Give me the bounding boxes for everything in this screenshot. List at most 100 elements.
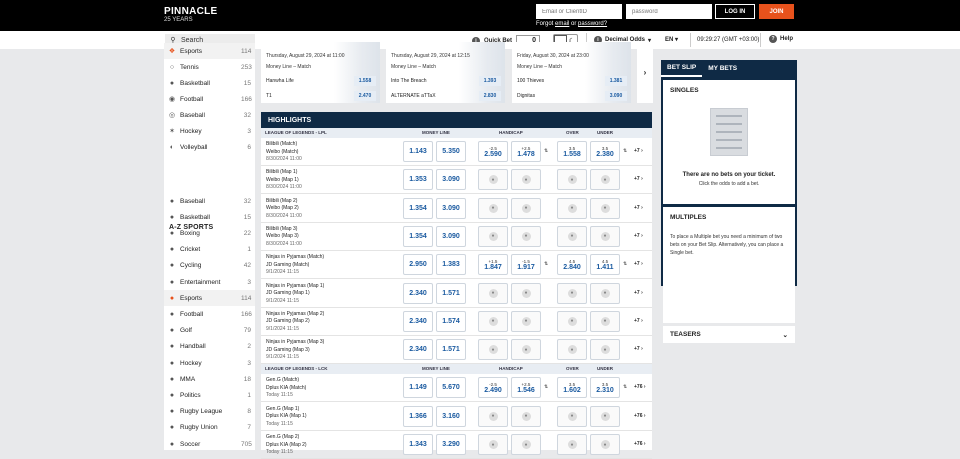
featured-card[interactable]: Thursday, August 29, 2024 at 11:00 Money …: [261, 42, 380, 103]
az-item-rugby-league[interactable]: ● Rugby League 8: [164, 404, 255, 420]
handicap-odds[interactable]: +2.5 1.478: [511, 141, 541, 162]
more-markets-link[interactable]: +7 ›: [634, 148, 643, 154]
featured-odds[interactable]: 2.470: [354, 91, 376, 101]
pinnacle-logo[interactable]: PINNACLE 25 YEARS: [164, 7, 218, 25]
handicap-odds[interactable]: -2.5 2.590: [478, 141, 508, 162]
moneyline-odds[interactable]: 3.160: [436, 405, 466, 427]
event-teams[interactable]: Gen.G (Match) Dplus KIA (Match) Today 11:1…: [266, 377, 306, 400]
featured-odds[interactable]: 1.393: [479, 76, 501, 86]
event-teams[interactable]: Bilibili (Map 3) Weibo (Map 3) 8/30/2024 1…: [266, 226, 302, 249]
az-item-cricket[interactable]: ● Cricket 1: [164, 242, 255, 258]
sort-arrows-icon[interactable]: ⇅: [544, 384, 548, 390]
more-markets-link[interactable]: +7 ›: [634, 233, 643, 239]
az-item-golf[interactable]: ● Golf 79: [164, 323, 255, 339]
more-markets-link[interactable]: +7 ›: [634, 290, 643, 296]
az-item-esports[interactable]: ● Esports 114: [164, 290, 255, 307]
event-teams[interactable]: Bilibili (Map 2) Weibo (Map 2) 8/30/2024 1…: [266, 198, 302, 221]
event-teams[interactable]: Gen.G (Map 1) Dplus KIA (Map 1) Today 11:1…: [266, 406, 307, 429]
az-item-rugby-union[interactable]: ● Rugby Union 7: [164, 420, 255, 436]
sort-arrows-icon[interactable]: ⇅: [623, 148, 627, 154]
moneyline-odds[interactable]: 3.090: [436, 169, 466, 191]
more-markets-link[interactable]: +7 ›: [634, 205, 643, 211]
az-item-hockey[interactable]: ● Hockey 3: [164, 355, 255, 371]
moneyline-odds[interactable]: 1.343: [403, 434, 433, 455]
league-name[interactable]: LEAGUE OF LEGENDS - LPL: [265, 130, 327, 135]
more-markets-link[interactable]: +76 ›: [634, 384, 646, 390]
handicap-odds[interactable]: +1.5 1.847: [478, 254, 508, 276]
event-teams[interactable]: Ninjas in Pyjamas (Match) JD Gaming (Matc…: [266, 254, 324, 277]
featured-card[interactable]: Friday, August 30, 2024 at 23:00 Money Li…: [512, 42, 631, 103]
moneyline-odds[interactable]: 1.143: [403, 141, 433, 162]
language-select[interactable]: EN ▾: [665, 36, 678, 43]
chevron-right-icon[interactable]: ›: [637, 42, 653, 103]
sidebar-item-hockey[interactable]: ✶ Hockey 3: [164, 123, 255, 139]
handicap-odds[interactable]: +2.5 1.546: [511, 377, 541, 399]
sort-arrows-icon[interactable]: ⇅: [544, 261, 548, 267]
az-item-handball[interactable]: ● Handball 2: [164, 339, 255, 355]
more-markets-link[interactable]: +76 ›: [634, 441, 646, 447]
under-odds[interactable]: 4.5 1.411: [590, 254, 620, 276]
under-odds[interactable]: 3.5 2.380: [590, 141, 620, 162]
moneyline-odds[interactable]: 5.670: [436, 377, 466, 399]
more-markets-link[interactable]: +7 ›: [634, 346, 643, 352]
tab-my-bets[interactable]: MY BETS: [702, 60, 743, 77]
more-markets-link[interactable]: +7 ›: [634, 318, 643, 324]
more-markets-link[interactable]: +7 ›: [634, 261, 643, 267]
moneyline-odds[interactable]: 1.149: [403, 377, 433, 399]
moneyline-odds[interactable]: 1.574: [436, 310, 466, 332]
moneyline-odds[interactable]: 1.353: [403, 169, 433, 191]
moneyline-odds[interactable]: 1.354: [403, 225, 433, 247]
teasers-section[interactable]: TEASERS ⌄: [663, 326, 795, 343]
login-button[interactable]: LOG IN: [715, 4, 755, 19]
az-item-boxing[interactable]: ● Boxing 22: [164, 225, 255, 241]
moneyline-odds[interactable]: 3.290: [436, 434, 466, 455]
event-teams[interactable]: Ninjas in Pyjamas (Map 1) JD Gaming (Map …: [266, 283, 324, 306]
sidebar-item-tennis[interactable]: ○ Tennis 253: [164, 59, 255, 75]
join-button[interactable]: JOIN: [759, 4, 794, 19]
sidebar-item-basketball[interactable]: ● Basketball 15: [164, 75, 255, 91]
forgot-email-link[interactable]: email: [555, 21, 569, 27]
sort-arrows-icon[interactable]: ⇅: [544, 148, 548, 154]
event-teams[interactable]: Bilibili (Map 1) Weibo (Map 1) 8/30/2024 1…: [266, 169, 302, 192]
moneyline-odds[interactable]: 5.350: [436, 141, 466, 162]
moneyline-odds[interactable]: 1.383: [436, 254, 466, 276]
event-teams[interactable]: Ninjas in Pyjamas (Map 3) JD Gaming (Map …: [266, 339, 324, 362]
featured-odds[interactable]: 1.381: [605, 76, 627, 86]
az-item-football[interactable]: ● Football 166: [164, 306, 255, 322]
forgot-password-link[interactable]: password?: [578, 21, 607, 27]
help-link[interactable]: ? Help: [769, 35, 793, 43]
more-markets-link[interactable]: +76 ›: [634, 413, 646, 419]
az-item-basketball[interactable]: ● Basketball 15: [164, 209, 255, 225]
moneyline-odds[interactable]: 2.950: [403, 254, 433, 276]
sort-arrows-icon[interactable]: ⇅: [623, 384, 627, 390]
sort-arrows-icon[interactable]: ⇅: [623, 261, 627, 267]
sidebar-item-football[interactable]: ◉ Football 166: [164, 91, 255, 107]
password-input[interactable]: [626, 4, 712, 19]
moneyline-odds[interactable]: 1.366: [403, 405, 433, 427]
over-odds[interactable]: 3.5 1.602: [557, 377, 587, 399]
featured-odds[interactable]: 2.830: [479, 91, 501, 101]
sidebar-item-volleyball[interactable]: ◐ Volleyball 6: [164, 139, 255, 155]
more-markets-link[interactable]: +7 ›: [634, 176, 643, 182]
az-item-baseball[interactable]: ● Baseball 32: [164, 193, 255, 209]
az-item-entertainment[interactable]: ● Entertainment 3: [164, 274, 255, 290]
sidebar-item-baseball[interactable]: ◎ Baseball 32: [164, 107, 255, 123]
event-teams[interactable]: Ninjas in Pyjamas (Map 2) JD Gaming (Map …: [266, 311, 324, 334]
tab-bet-slip[interactable]: BET SLIP: [661, 60, 703, 77]
email-input[interactable]: [536, 4, 622, 19]
event-teams[interactable]: Gen.G (Map 2) Dplus KIA (Map 2) Today 11:1…: [266, 434, 307, 457]
over-odds[interactable]: 4.5 2.840: [557, 254, 587, 276]
moneyline-odds[interactable]: 3.090: [436, 197, 466, 219]
moneyline-odds[interactable]: 2.340: [403, 339, 433, 361]
moneyline-odds[interactable]: 1.571: [436, 339, 466, 361]
az-item-mma[interactable]: ● MMA 18: [164, 371, 255, 387]
sidebar-item-esports[interactable]: ❖ Esports 114: [164, 43, 255, 59]
moneyline-odds[interactable]: 1.571: [436, 282, 466, 304]
featured-odds[interactable]: 1.558: [354, 76, 376, 86]
az-item-politics[interactable]: ● Politics 1: [164, 387, 255, 403]
handicap-odds[interactable]: -2.5 2.490: [478, 377, 508, 399]
handicap-odds[interactable]: -1.5 1.917: [511, 254, 541, 276]
moneyline-odds[interactable]: 3.090: [436, 225, 466, 247]
under-odds[interactable]: 3.5 2.310: [590, 377, 620, 399]
featured-card[interactable]: Thursday, August 29, 2024 at 12:15 Money …: [386, 42, 505, 103]
